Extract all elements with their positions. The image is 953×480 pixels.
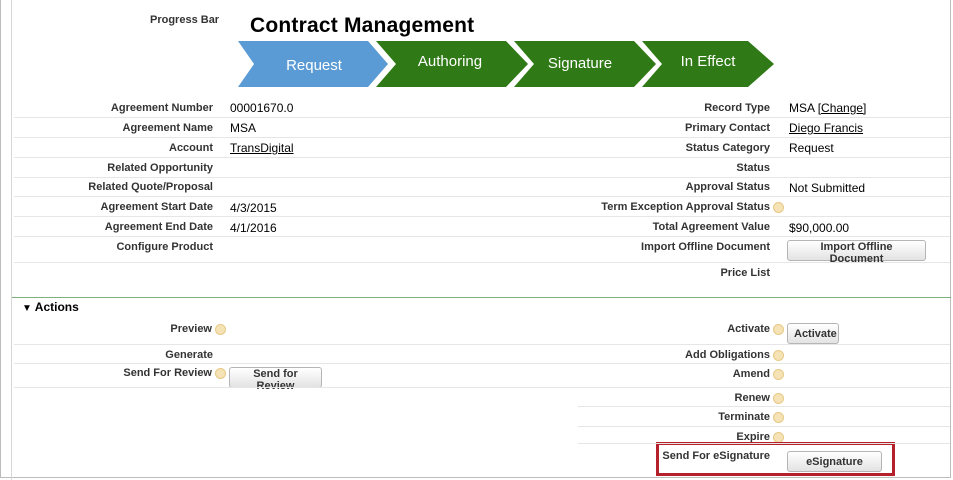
preview-text: Preview bbox=[170, 323, 212, 335]
help-icon[interactable] bbox=[215, 323, 226, 335]
stage-in-effect-label: In Effect bbox=[681, 53, 737, 70]
add-obligations-label: Add Obligations bbox=[685, 349, 784, 361]
change-record-type-link[interactable]: [Change] bbox=[818, 101, 867, 115]
account-link[interactable]: TransDigital bbox=[230, 141, 294, 155]
help-icon[interactable] bbox=[773, 411, 784, 423]
term-exception-text: Term Exception Approval Status bbox=[601, 201, 770, 213]
help-icon[interactable] bbox=[773, 201, 784, 213]
term-exception-label: Term Exception Approval Status bbox=[601, 201, 784, 213]
help-icon[interactable] bbox=[773, 368, 784, 380]
activate-label: Activate bbox=[727, 323, 784, 335]
esignature-highlight-box bbox=[656, 442, 895, 476]
import-offline-document-button[interactable]: Import Offline Document bbox=[787, 240, 926, 265]
help-icon[interactable] bbox=[215, 367, 226, 379]
status-category-label: Status Category bbox=[685, 142, 770, 154]
row-divider bbox=[14, 216, 950, 217]
status-category-value: Request bbox=[789, 141, 834, 155]
agreement-number-label: Agreement Number bbox=[110, 102, 213, 114]
approval-status-label: Approval Status bbox=[685, 181, 770, 193]
related-quote-label: Related Quote/Proposal bbox=[88, 181, 213, 193]
agreement-number-value: 00001670.0 bbox=[230, 101, 294, 115]
actions-section-rule bbox=[12, 297, 951, 298]
generate-label: Generate bbox=[165, 349, 213, 361]
account-label: Account bbox=[169, 142, 213, 154]
actions-section-toggle[interactable]: ▼ Actions bbox=[22, 300, 79, 314]
add-obligations-text: Add Obligations bbox=[685, 349, 770, 361]
row-divider bbox=[14, 262, 950, 263]
primary-contact-link[interactable]: Diego Francis bbox=[789, 121, 863, 135]
row-divider bbox=[14, 344, 950, 345]
start-date-label: Agreement Start Date bbox=[100, 201, 213, 213]
progress-bar-label: Progress Bar bbox=[150, 14, 220, 26]
row-divider bbox=[14, 363, 950, 364]
left-border bbox=[11, 0, 12, 480]
send-for-review-button[interactable]: Send for Review bbox=[229, 367, 322, 392]
row-divider bbox=[14, 196, 950, 197]
record-type-label: Record Type bbox=[704, 102, 770, 114]
total-value-label: Total Agreement Value bbox=[652, 221, 770, 233]
row-divider bbox=[14, 137, 950, 138]
row-divider bbox=[578, 443, 950, 444]
approval-status-value: Not Submitted bbox=[789, 181, 866, 195]
stage-signature-label: Signature bbox=[548, 55, 612, 72]
configure-product-label: Configure Product bbox=[116, 241, 213, 253]
row-divider bbox=[14, 157, 950, 158]
renew-label: Renew bbox=[735, 392, 784, 404]
row-divider bbox=[14, 387, 950, 388]
agreement-name-label: Agreement Name bbox=[122, 122, 213, 134]
contract-management-title: Contract Management bbox=[250, 14, 475, 37]
amend-label: Amend bbox=[733, 368, 784, 380]
actions-header: Actions bbox=[34, 300, 79, 314]
stage-authoring-label: Authoring bbox=[418, 53, 482, 70]
progress-stages: Request Authoring Signature In Effect bbox=[238, 41, 774, 87]
row-divider bbox=[578, 426, 950, 427]
terminate-text: Terminate bbox=[718, 411, 770, 423]
status-label: Status bbox=[736, 162, 770, 174]
preview-label: Preview bbox=[170, 323, 226, 335]
import-offline-label: Import Offline Document bbox=[641, 241, 770, 253]
price-list-label: Price List bbox=[720, 267, 770, 279]
total-value-value: $90,000.00 bbox=[789, 221, 850, 235]
terminate-label: Terminate bbox=[718, 411, 784, 423]
activate-button[interactable]: Activate bbox=[787, 323, 839, 344]
help-icon[interactable] bbox=[773, 323, 784, 335]
row-divider bbox=[578, 406, 950, 407]
end-date-label: Agreement End Date bbox=[104, 221, 213, 233]
start-date-value: 4/3/2015 bbox=[230, 201, 277, 215]
row-divider bbox=[14, 236, 950, 237]
row-divider bbox=[14, 117, 950, 118]
record-type-text: MSA bbox=[789, 101, 815, 115]
renew-text: Renew bbox=[734, 392, 770, 404]
record-type-value: MSA [Change] bbox=[789, 101, 866, 115]
help-icon[interactable] bbox=[773, 349, 784, 361]
related-opportunity-label: Related Opportunity bbox=[107, 162, 213, 174]
triangle-down-icon: ▼ bbox=[22, 303, 32, 314]
agreement-name-value: MSA bbox=[230, 121, 257, 135]
primary-contact-label: Primary Contact bbox=[685, 122, 770, 134]
activate-text: Activate bbox=[727, 323, 770, 335]
stage-request-label: Request bbox=[286, 57, 343, 74]
amend-text: Amend bbox=[732, 368, 770, 380]
help-icon[interactable] bbox=[773, 392, 784, 404]
help-icon[interactable] bbox=[773, 431, 784, 443]
send-for-review-text: Send For Review bbox=[123, 367, 212, 379]
end-date-value: 4/1/2016 bbox=[230, 221, 277, 235]
send-for-review-label: Send For Review bbox=[123, 367, 226, 379]
row-divider bbox=[14, 177, 950, 178]
